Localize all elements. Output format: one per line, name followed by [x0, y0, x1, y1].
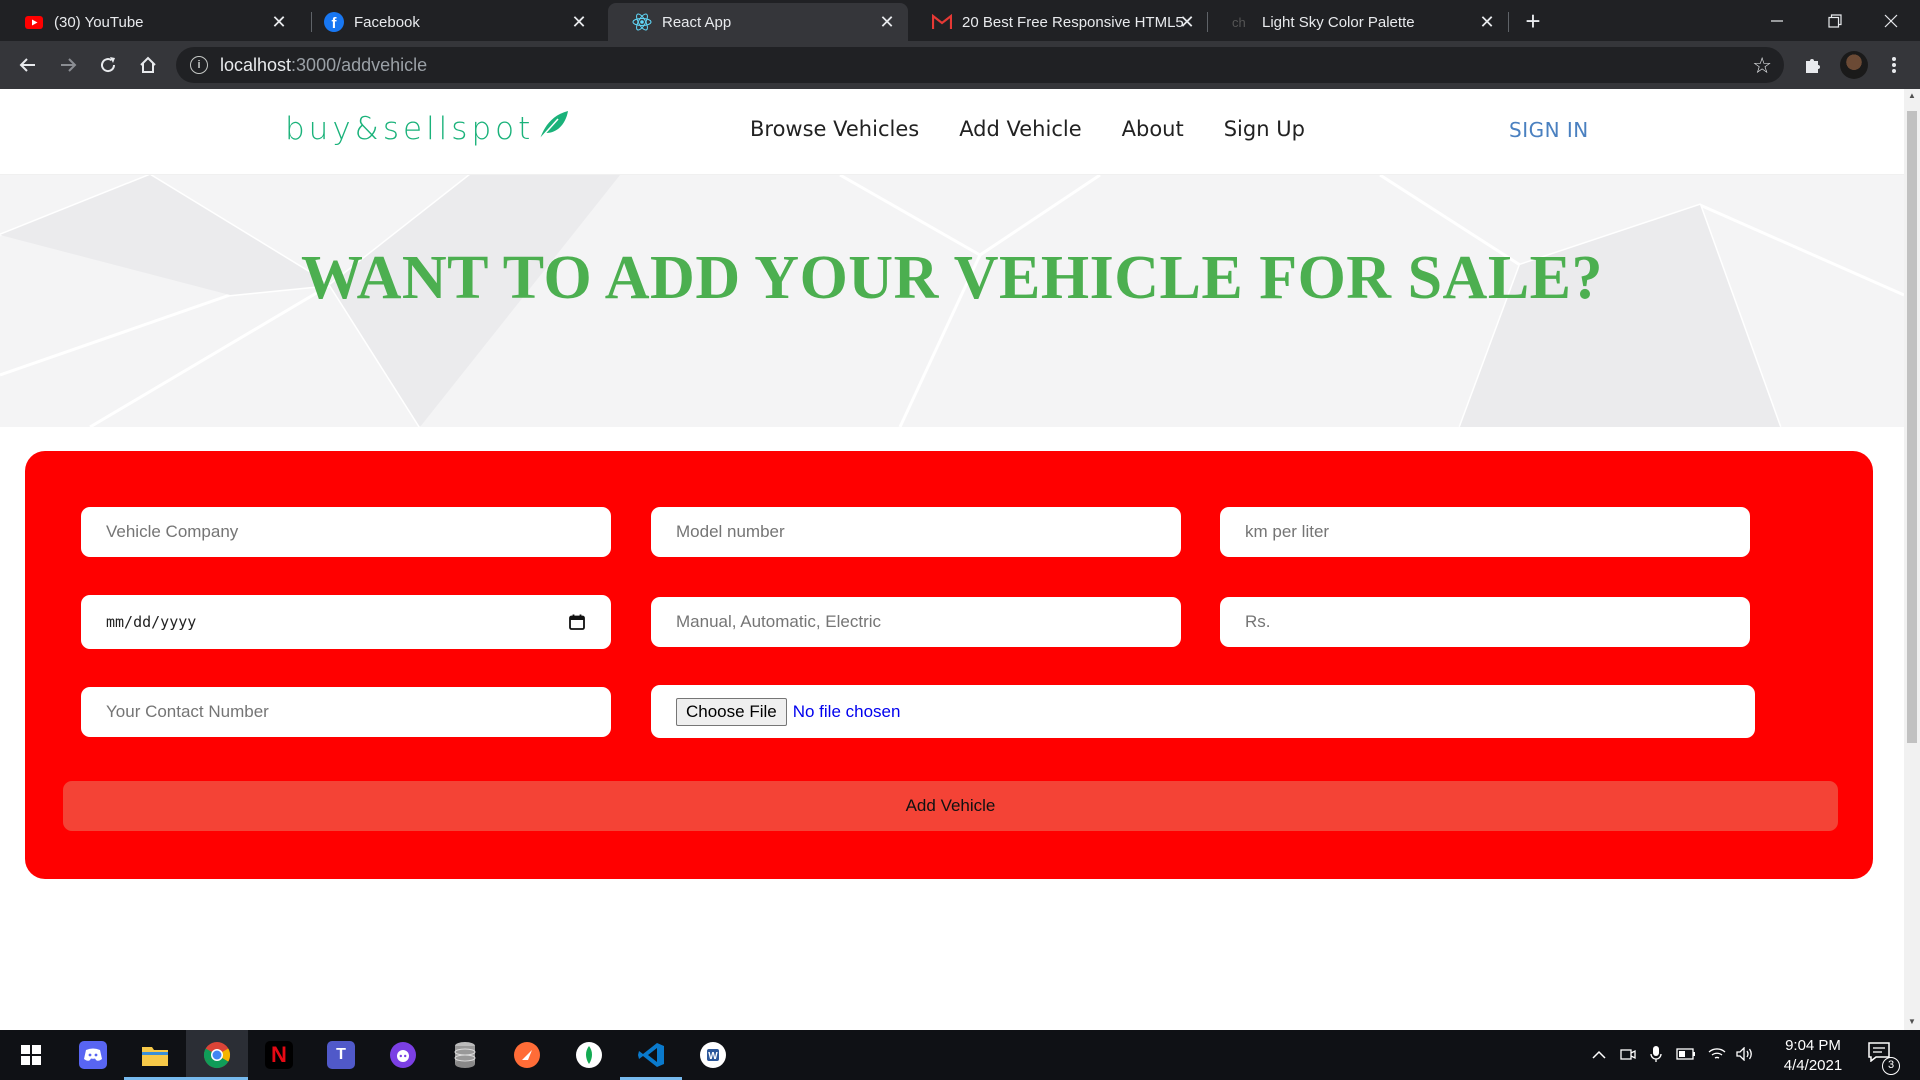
- scroll-up-arrow-icon[interactable]: ▲: [1907, 91, 1917, 101]
- close-tab-icon[interactable]: ✕: [876, 11, 898, 33]
- tab-title: React App: [662, 13, 732, 31]
- clock-time: 9:04 PM: [1785, 1037, 1841, 1054]
- battery-icon[interactable]: [1676, 1047, 1696, 1063]
- windows-start-icon[interactable]: [0, 1030, 62, 1080]
- vscode-icon[interactable]: [620, 1030, 682, 1080]
- close-tab-icon[interactable]: ✕: [1476, 11, 1498, 33]
- chrome-icon[interactable]: [186, 1030, 248, 1080]
- browser-toolbar: i localhost:3000/addvehicle ☆: [0, 41, 1920, 89]
- tab-title: Facebook: [354, 13, 420, 31]
- tab-react-app[interactable]: React App ✕: [608, 3, 908, 41]
- clock-date: 4/4/2021: [1783, 1057, 1843, 1074]
- km-per-liter-input[interactable]: km per liter: [1220, 507, 1750, 557]
- profile-avatar[interactable]: [1840, 51, 1868, 79]
- site-navbar: buy&sellspot Browse Vehicles Add Vehicle…: [0, 89, 1904, 175]
- facebook-icon: f: [324, 12, 344, 32]
- restore-icon[interactable]: [1806, 0, 1864, 41]
- tab-html5-templates[interactable]: 20 Best Free Responsive HTML5 V ✕: [908, 3, 1208, 41]
- url-path: :3000/addvehicle: [291, 54, 428, 75]
- page-title: WANT TO ADD YOUR VEHICLE FOR SALE?: [300, 244, 1604, 312]
- mail-logo-icon: [932, 12, 952, 32]
- vehicle-image-file-input[interactable]: Choose File No file chosen: [651, 685, 1755, 738]
- nav-add-vehicle[interactable]: Add Vehicle: [959, 117, 1081, 141]
- netflix-icon[interactable]: N: [248, 1030, 310, 1080]
- notification-count-badge: 3: [1882, 1057, 1900, 1075]
- hero-banner: WANT TO ADD YOUR VEHICLE FOR SALE?: [0, 175, 1904, 427]
- reload-icon[interactable]: [94, 51, 122, 79]
- forward-arrow-icon[interactable]: [54, 51, 82, 79]
- transmission-input[interactable]: Manual, Automatic, Electric: [651, 597, 1181, 647]
- mongodb-compass-icon[interactable]: [558, 1030, 620, 1080]
- close-window-icon[interactable]: [1862, 0, 1920, 41]
- no-file-chosen-text: No file chosen: [792, 701, 901, 721]
- taskbar-clock[interactable]: 9:04 PM 4/4/2021: [1770, 1036, 1856, 1076]
- calendar-icon[interactable]: [569, 614, 585, 630]
- date-input[interactable]: mm/dd/yyyy: [81, 595, 611, 649]
- tab-facebook[interactable]: f Facebook ✕: [300, 3, 600, 41]
- sign-in-link[interactable]: SIGN IN: [1509, 118, 1589, 142]
- file-explorer-icon[interactable]: [124, 1030, 186, 1080]
- add-vehicle-submit-button[interactable]: Add Vehicle: [63, 781, 1838, 831]
- nav-browse-vehicles[interactable]: Browse Vehicles: [750, 117, 919, 141]
- svg-text:ch: ch: [1232, 15, 1246, 29]
- volume-icon[interactable]: [1736, 1045, 1754, 1064]
- nav-links: Browse Vehicles Add Vehicle About Sign U…: [750, 117, 1305, 141]
- minimize-icon[interactable]: [1748, 0, 1806, 41]
- nav-sign-up[interactable]: Sign Up: [1224, 117, 1305, 141]
- tab-separator: [1508, 12, 1509, 32]
- postman-icon[interactable]: [496, 1030, 558, 1080]
- react-icon: [632, 12, 652, 32]
- site-logo[interactable]: buy&sellspot: [285, 109, 570, 149]
- colorhunt-icon: ch: [1232, 12, 1252, 32]
- tab-color-palette[interactable]: ch Light Sky Color Palette ✕: [1208, 3, 1508, 41]
- close-tab-icon[interactable]: ✕: [268, 11, 290, 33]
- address-bar[interactable]: i localhost:3000/addvehicle ☆: [176, 47, 1784, 83]
- word-icon[interactable]: W: [682, 1030, 744, 1080]
- windows-taskbar: N T W 9:04 PM 4/4/2021 3: [0, 1030, 1920, 1080]
- feather-leaf-icon: [536, 109, 570, 149]
- choose-file-button[interactable]: Choose File: [676, 697, 787, 726]
- new-tab-button[interactable]: +: [1520, 8, 1546, 34]
- extensions-puzzle-icon[interactable]: [1799, 51, 1827, 79]
- logo-text: buy&sellspot: [285, 111, 535, 147]
- nav-about[interactable]: About: [1122, 117, 1184, 141]
- tab-title: 20 Best Free Responsive HTML5 V: [962, 13, 1187, 31]
- url-host: localhost: [220, 54, 292, 75]
- tab-title: (30) YouTube: [54, 13, 144, 31]
- back-arrow-icon[interactable]: [14, 51, 42, 79]
- contact-number-input[interactable]: Your Contact Number: [81, 687, 611, 737]
- page-viewport: buy&sellspot Browse Vehicles Add Vehicle…: [0, 89, 1904, 1030]
- github-desktop-icon[interactable]: [372, 1030, 434, 1080]
- tab-youtube[interactable]: (30) YouTube ✕: [0, 3, 300, 41]
- camera-icon[interactable]: [1620, 1047, 1636, 1064]
- tab-title: Light Sky Color Palette: [1262, 13, 1415, 31]
- menu-kebab-icon[interactable]: [1880, 51, 1908, 79]
- price-input[interactable]: Rs.: [1220, 597, 1750, 647]
- database-icon[interactable]: [434, 1030, 496, 1080]
- svg-text:W: W: [708, 1051, 718, 1062]
- microphone-icon[interactable]: [1650, 1045, 1662, 1066]
- browser-tab-bar: (30) YouTube ✕ f Facebook ✕ React App ✕ …: [0, 0, 1920, 41]
- discord-icon[interactable]: [62, 1030, 124, 1080]
- system-tray: [1592, 1030, 1754, 1080]
- scroll-down-arrow-icon[interactable]: ▼: [1907, 1017, 1917, 1027]
- date-placeholder: mm/dd/yyyy: [106, 613, 197, 631]
- show-hidden-icons-chevron-icon[interactable]: [1592, 1047, 1606, 1063]
- teams-icon[interactable]: T: [310, 1030, 372, 1080]
- wifi-icon[interactable]: [1708, 1047, 1726, 1064]
- youtube-icon: [24, 12, 44, 32]
- vehicle-company-input[interactable]: Vehicle Company: [81, 507, 611, 557]
- site-info-icon[interactable]: i: [190, 56, 208, 74]
- home-icon[interactable]: [134, 51, 162, 79]
- bookmark-star-icon[interactable]: ☆: [1752, 53, 1772, 79]
- close-tab-icon[interactable]: ✕: [568, 11, 590, 33]
- scrollbar-thumb[interactable]: [1907, 111, 1917, 743]
- close-tab-icon[interactable]: ✕: [1176, 11, 1198, 33]
- add-vehicle-form: Vehicle Company Model number km per lite…: [25, 451, 1873, 879]
- model-number-input[interactable]: Model number: [651, 507, 1181, 557]
- page-scrollbar[interactable]: ▲ ▼: [1904, 89, 1920, 1030]
